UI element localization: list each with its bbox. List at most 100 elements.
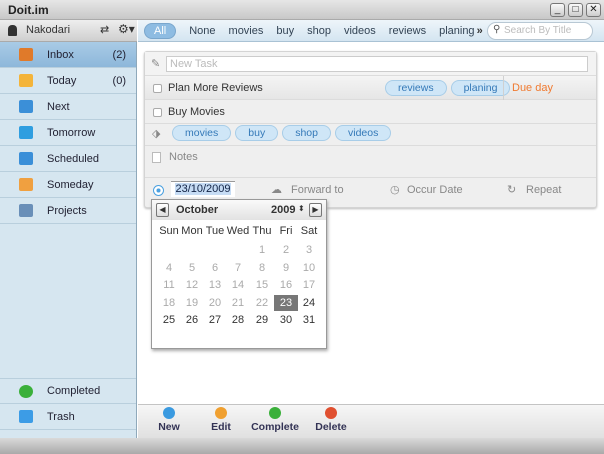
task-title[interactable]: Buy Movies <box>168 106 225 118</box>
minimize-button[interactable]: _ <box>550 3 565 17</box>
sidebar-item-projects[interactable]: Projects <box>0 198 136 224</box>
complete-button[interactable]: Complete <box>250 407 300 433</box>
task-row[interactable]: Plan More Reviews reviews planing Due day <box>145 76 596 100</box>
calendar-day[interactable]: 19 <box>180 295 204 311</box>
filter-none[interactable]: None <box>189 25 215 37</box>
weekday-header: Mon <box>181 225 203 237</box>
calendar-day[interactable]: 12 <box>180 277 204 293</box>
maximize-button[interactable]: □ <box>568 3 583 17</box>
calendar-day[interactable]: 25 <box>157 312 181 328</box>
calendar-day[interactable]: 27 <box>203 312 227 328</box>
close-button[interactable]: ✕ <box>586 3 601 17</box>
calendar-day[interactable]: 16 <box>274 277 298 293</box>
calendar-day[interactable]: 13 <box>203 277 227 293</box>
calendar-day[interactable]: 2 <box>274 242 298 258</box>
calendar-day[interactable]: 30 <box>274 312 298 328</box>
calendar-day[interactable]: 20 <box>203 295 227 311</box>
tag[interactable]: videos <box>334 125 392 141</box>
gear-icon[interactable]: ⚙▾ <box>118 22 135 36</box>
sidebar-item-trash[interactable]: Trash <box>0 404 136 430</box>
calendar-day[interactable]: 22 <box>250 295 274 311</box>
task-tags: reviews planing <box>385 80 514 96</box>
new-icon <box>163 407 175 419</box>
task-checkbox[interactable] <box>153 84 162 93</box>
prev-month-button[interactable]: ◀ <box>156 203 169 217</box>
calendar-year[interactable]: 2009 <box>271 204 295 216</box>
calendar-day[interactable]: 10 <box>297 260 321 276</box>
delete-button[interactable]: Delete <box>314 407 348 433</box>
repeat-button[interactable]: Repeat <box>526 184 561 196</box>
next-month-button[interactable]: ▶ <box>309 203 322 217</box>
edit-button[interactable]: Edit <box>204 407 238 433</box>
task-tags-row: ⬗ movies buy shop videos <box>145 124 596 146</box>
title-bar <box>0 0 604 20</box>
calendar-day[interactable]: 9 <box>274 260 298 276</box>
calendar-day[interactable]: 24 <box>297 295 321 311</box>
calendar-day[interactable]: 3 <box>297 242 321 258</box>
user-icon <box>8 25 17 36</box>
calendar-day[interactable]: 15 <box>250 277 274 293</box>
calendar-day[interactable]: 28 <box>226 312 250 328</box>
user-name[interactable]: Nakodari <box>26 24 70 36</box>
task-title[interactable]: Plan More Reviews <box>168 82 263 94</box>
sidebar-item-inbox[interactable]: Inbox (2) <box>0 42 136 68</box>
star-icon <box>19 74 33 87</box>
year-spinner-icon[interactable]: ⬍ <box>298 204 305 213</box>
calendar-day[interactable]: 18 <box>157 295 181 311</box>
calendar-day[interactable]: 26 <box>180 312 204 328</box>
calendar-day[interactable]: 17 <box>297 277 321 293</box>
filter-planing[interactable]: planing <box>439 25 474 37</box>
tag[interactable]: movies <box>172 125 232 141</box>
tag[interactable]: planing <box>450 80 511 96</box>
filter-reviews[interactable]: reviews <box>389 25 426 37</box>
sidebar-item-completed[interactable]: Completed <box>0 378 136 404</box>
calendar-day[interactable]: 5 <box>180 260 204 276</box>
calendar-day[interactable]: 6 <box>203 260 227 276</box>
task-checkbox[interactable] <box>153 108 162 117</box>
calendar-day-selected[interactable]: 23 <box>274 294 298 311</box>
calendar-day[interactable]: 21 <box>226 295 250 311</box>
filter-videos[interactable]: videos <box>344 25 376 37</box>
calendar-day[interactable]: 1 <box>250 242 274 258</box>
sidebar-item-today[interactable]: Today (0) <box>0 68 136 94</box>
new-button[interactable]: New <box>152 407 186 433</box>
notes-field[interactable]: Notes <box>169 151 198 163</box>
filter-all[interactable]: All <box>144 22 177 39</box>
tag[interactable]: buy <box>235 125 279 141</box>
calendar-day[interactable]: 14 <box>226 277 250 293</box>
date-input[interactable]: 23/10/2009 <box>175 183 231 195</box>
sidebar-item-tomorrow[interactable]: Tomorrow <box>0 120 136 146</box>
edit-icon <box>215 407 227 419</box>
search-input[interactable]: Search By Title <box>487 22 593 40</box>
occur-date-button[interactable]: Occur Date <box>407 184 463 196</box>
check-circle-icon <box>19 384 33 398</box>
pencil-icon: ✎ <box>151 58 161 70</box>
sidebar-item-next[interactable]: Next <box>0 94 136 120</box>
date-radio[interactable] <box>153 185 164 196</box>
calendar-day[interactable]: 4 <box>157 260 181 276</box>
tag[interactable]: reviews <box>385 80 447 96</box>
calendar-day[interactable]: 7 <box>226 260 250 276</box>
tag[interactable]: shop <box>282 125 331 141</box>
calendar-day[interactable]: 29 <box>250 312 274 328</box>
filter-movies[interactable]: movies <box>229 25 264 37</box>
filter-buy[interactable]: buy <box>276 25 294 37</box>
weekday-header: Wed <box>226 225 250 237</box>
calendar-day[interactable]: 8 <box>250 260 274 276</box>
sidebar-item-someday[interactable]: Someday <box>0 172 136 198</box>
search-icon: ⚲ <box>493 24 501 35</box>
new-task-input[interactable]: New Task <box>166 56 588 72</box>
more-filters-button[interactable]: » <box>477 25 483 37</box>
sync-icon[interactable]: ⇄ <box>100 23 109 36</box>
tomorrow-icon <box>19 126 33 139</box>
calendar-day[interactable]: 11 <box>157 277 181 293</box>
someday-icon <box>19 178 33 191</box>
calendar-day[interactable]: 31 <box>297 312 321 328</box>
notes-row: Notes <box>145 146 596 178</box>
due-day[interactable]: Due day <box>512 82 553 94</box>
forward-to-button[interactable]: Forward to <box>291 184 344 196</box>
trash-icon <box>19 410 33 423</box>
filter-shop[interactable]: shop <box>307 25 331 37</box>
sidebar-item-scheduled[interactable]: Scheduled <box>0 146 136 172</box>
calendar-month[interactable]: October <box>176 204 218 216</box>
